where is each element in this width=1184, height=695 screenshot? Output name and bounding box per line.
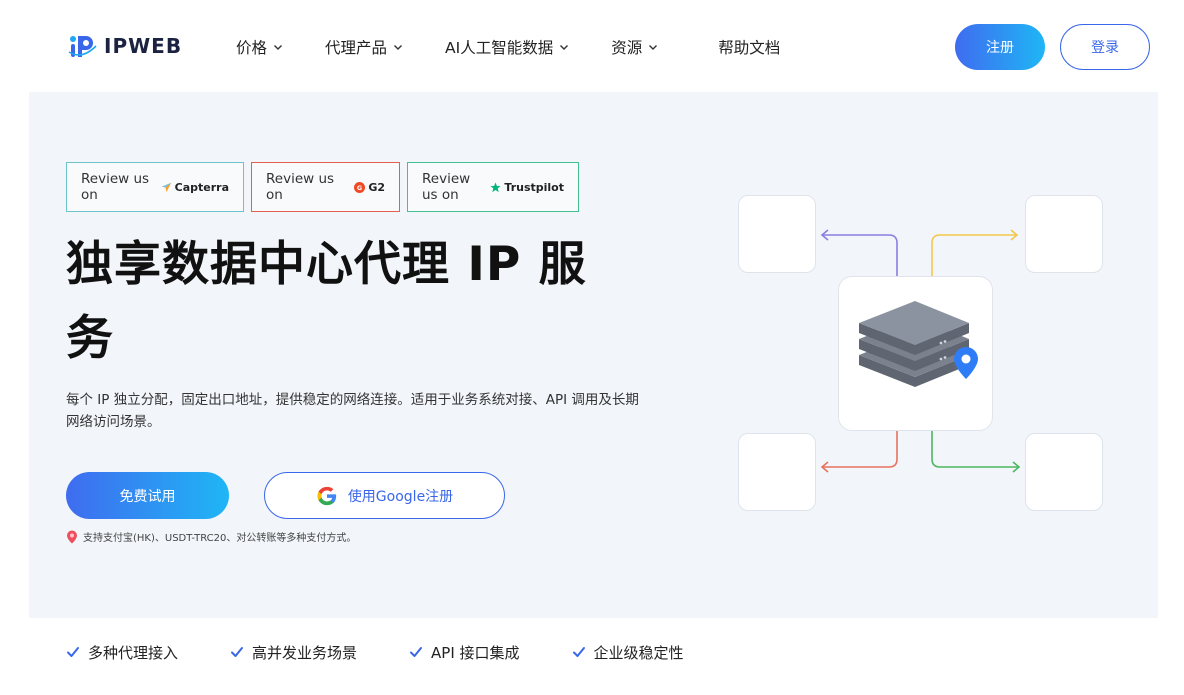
client-node-bottom-left bbox=[738, 433, 816, 511]
nav-label: 帮助文档 bbox=[718, 39, 781, 57]
proxy-network-diagram bbox=[738, 195, 1104, 513]
feature-item: 高并发业务场景 bbox=[230, 642, 357, 663]
feature-label: API 接口集成 bbox=[431, 643, 520, 662]
nav-item-pricing[interactable]: 价格 bbox=[236, 36, 283, 58]
login-button[interactable]: 登录 bbox=[1060, 24, 1150, 70]
nav-item-help-docs[interactable]: 帮助文档 bbox=[718, 36, 780, 58]
feature-label: 企业级稳定性 bbox=[593, 643, 684, 662]
nav-label: 价格 bbox=[236, 39, 268, 57]
nav-item-ai-data[interactable]: AI人工智能数据 bbox=[445, 36, 569, 58]
trustpilot-brand: Trustpilot bbox=[490, 181, 564, 194]
review-prefix: Review us on bbox=[81, 171, 150, 203]
feature-label: 高并发业务场景 bbox=[252, 643, 358, 662]
brand-label: Capterra bbox=[174, 180, 229, 194]
payment-note: 支持支付宝(HK)、USDT-TRC20、对公转账等多种支付方式。 bbox=[66, 529, 356, 544]
main-nav: 价格 代理产品 AI人工智能数据 资源 帮助文档 bbox=[236, 34, 780, 60]
ipweb-logo-icon bbox=[68, 36, 97, 57]
checkmark-icon bbox=[231, 647, 244, 657]
nav-item-resources[interactable]: 资源 bbox=[611, 36, 658, 58]
feature-list: 多种代理接入 高并发业务场景 API 接口集成 企业级稳定性 bbox=[66, 640, 684, 664]
review-prefix: Review us on bbox=[422, 171, 471, 203]
feature-item: 多种代理接入 bbox=[66, 642, 178, 663]
chevron-down-icon bbox=[649, 45, 658, 50]
google-signup-label: 使用Google注册 bbox=[347, 488, 454, 505]
location-pin-icon bbox=[67, 530, 77, 543]
payment-note-text: 支持支付宝(HK)、USDT-TRC20、对公转账等多种支付方式。 bbox=[83, 533, 357, 544]
hero-title: 独享数据中心代理 IP 服务 bbox=[66, 237, 587, 366]
server-stack-icon bbox=[859, 301, 978, 387]
g2-brand: G G2 bbox=[354, 181, 385, 194]
brand-label: Trustpilot bbox=[504, 180, 564, 194]
checkmark-icon bbox=[67, 647, 79, 657]
nav-label: AI人工智能数据 bbox=[445, 39, 554, 57]
review-capterra-link[interactable]: Review us on Capterra bbox=[66, 162, 244, 212]
hero-description: 每个 IP 独立分配，固定出口地址，提供稳定的网络连接。适用于业务系统对接、AP… bbox=[66, 392, 639, 430]
chevron-down-icon bbox=[394, 45, 403, 50]
review-trustpilot-link[interactable]: Review us on Trustpilot bbox=[407, 162, 579, 212]
capterra-brand: Capterra bbox=[161, 181, 229, 194]
review-prefix: Review us on bbox=[266, 171, 335, 203]
brand-label: G2 bbox=[368, 180, 385, 194]
nav-item-proxy-products[interactable]: 代理产品 bbox=[325, 36, 403, 58]
svg-text:G: G bbox=[357, 183, 362, 191]
register-button[interactable]: 注册 bbox=[955, 24, 1045, 70]
google-signup-button[interactable]: 使用Google注册 bbox=[264, 472, 505, 519]
checkmark-icon bbox=[572, 647, 585, 657]
feature-label: 多种代理接入 bbox=[88, 643, 179, 662]
nav-label: 代理产品 bbox=[325, 39, 388, 57]
chevron-down-icon bbox=[560, 45, 569, 50]
site-header: IPWEB 价格 代理产品 AI人工智能数据 资源 帮助文档 注册 登录 bbox=[0, 0, 1184, 92]
server-node bbox=[838, 276, 993, 431]
client-node-top-left bbox=[738, 195, 816, 273]
checkmark-icon bbox=[410, 647, 423, 657]
client-node-bottom-right bbox=[1025, 433, 1103, 511]
logo[interactable]: IPWEB bbox=[66, 30, 182, 62]
capterra-icon bbox=[161, 182, 171, 192]
logo-text: IPWEB bbox=[104, 34, 183, 58]
star-icon bbox=[490, 181, 502, 192]
client-node-top-right bbox=[1025, 195, 1103, 273]
chevron-down-icon bbox=[274, 45, 283, 50]
review-g2-link[interactable]: Review us on G G2 bbox=[251, 162, 400, 212]
g2-icon: G bbox=[354, 181, 366, 193]
feature-item: 企业级稳定性 bbox=[572, 642, 684, 663]
review-badges: Review us on Capterra Review us on G G2 … bbox=[66, 162, 579, 212]
free-trial-button[interactable]: 免费试用 bbox=[66, 472, 229, 519]
google-icon bbox=[317, 486, 336, 505]
nav-label: 资源 bbox=[611, 39, 643, 57]
feature-item: API 接口集成 bbox=[409, 642, 520, 663]
